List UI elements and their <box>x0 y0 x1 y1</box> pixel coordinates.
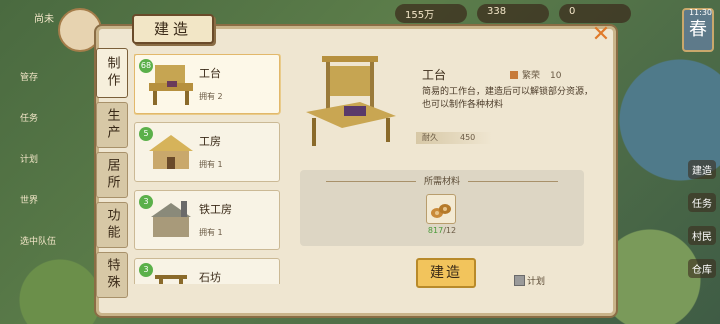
durability-value: 450 <box>460 133 476 142</box>
side-left-4[interactable]: 选中队伍 <box>20 234 56 247</box>
clock: 11:30 <box>688 8 712 17</box>
wood-logs-icon[interactable] <box>426 194 456 224</box>
build-button[interactable]: 建造 <box>416 258 476 288</box>
top-left-label: 尚未 <box>34 14 54 25</box>
side-right-warehouse[interactable]: 仓库 <box>688 259 716 278</box>
resource-hud: 155万 338 0 <box>395 4 631 23</box>
prosperity-stat: 繁荣 10 <box>510 68 561 81</box>
level-badge: 3 <box>139 195 153 209</box>
side-right-build[interactable]: 建造 <box>688 160 716 179</box>
left-menu: 管存 任务 计划 世界 选中队伍 <box>20 70 56 247</box>
list-item[interactable]: 68 工台 拥有 2 <box>134 54 280 114</box>
item-name: 石坊 <box>199 271 221 284</box>
durability-label: 耐久 <box>422 133 438 142</box>
level-badge: 3 <box>139 263 153 277</box>
item-name: 工台 <box>199 67 221 80</box>
material-count: 817/12 <box>422 226 462 235</box>
workshop-icon <box>149 135 193 169</box>
item-name: 工房 <box>199 135 221 148</box>
list-item[interactable]: 5 工房 拥有 1 <box>134 122 280 182</box>
tab-housing[interactable]: 居所 <box>96 152 128 198</box>
list-item[interactable]: 3 石坊 <box>134 258 280 284</box>
side-right-villager[interactable]: 村民 <box>688 226 716 245</box>
tab-function[interactable]: 功能 <box>96 202 128 248</box>
item-owned: 拥有 2 <box>199 92 223 101</box>
item-owned: 拥有 1 <box>199 160 223 169</box>
workbench-preview-image <box>306 56 396 146</box>
tab-production[interactable]: 生产 <box>96 102 128 148</box>
side-left-2[interactable]: 计划 <box>20 152 56 165</box>
material-need: /12 <box>443 226 457 235</box>
prosperity-icon <box>510 71 518 79</box>
prosperity-label: 繁荣 <box>522 71 541 81</box>
tab-special[interactable]: 特殊 <box>96 252 128 298</box>
tab-craft[interactable]: 制作 <box>96 48 128 98</box>
ironworks-icon <box>151 201 191 237</box>
close-icon[interactable]: ✕ <box>590 24 612 46</box>
level-badge: 5 <box>139 127 153 141</box>
panel-title: 建造 <box>132 14 214 44</box>
materials-title: 所需材料 <box>300 174 584 187</box>
list-item[interactable]: 3 铁工房 拥有 1 <box>134 190 280 250</box>
side-left-1[interactable]: 任务 <box>20 111 56 124</box>
item-owned: 拥有 1 <box>199 228 223 237</box>
plan-label: 计划 <box>527 277 546 287</box>
detail-name: 工台 <box>422 68 447 82</box>
materials-box: 所需材料 817/12 <box>300 170 584 246</box>
durability-stat: 耐久 450 <box>416 132 492 144</box>
resource-counter: 338 <box>477 4 549 23</box>
category-tabs: 制作 生产 居所 功能 特殊 <box>96 48 128 298</box>
item-counter: 0 <box>559 4 631 23</box>
item-name: 铁工房 <box>199 203 232 216</box>
detail-description: 简易的工作台，建造后可以解锁部分资源，也可以制作各种材料 <box>422 87 594 110</box>
workbench-icon <box>149 65 193 105</box>
material-have: 817 <box>427 226 444 235</box>
plan-toggle[interactable]: 计划 <box>514 274 545 287</box>
right-menu: 建造 任务 村民 仓库 <box>688 160 716 278</box>
wood-logs-graphic <box>431 204 451 218</box>
checkbox-icon[interactable] <box>514 275 525 286</box>
prosperity-value: 10 <box>550 71 562 81</box>
side-right-task[interactable]: 任务 <box>688 193 716 212</box>
level-badge: 68 <box>139 59 153 73</box>
building-list: 68 工台 拥有 2 5 工房 拥有 1 3 铁工房 拥有 1 3 石坊 <box>134 54 282 284</box>
side-left-3[interactable]: 世界 <box>20 193 56 206</box>
side-left-0[interactable]: 管存 <box>20 70 56 83</box>
money-counter: 155万 <box>395 4 467 23</box>
